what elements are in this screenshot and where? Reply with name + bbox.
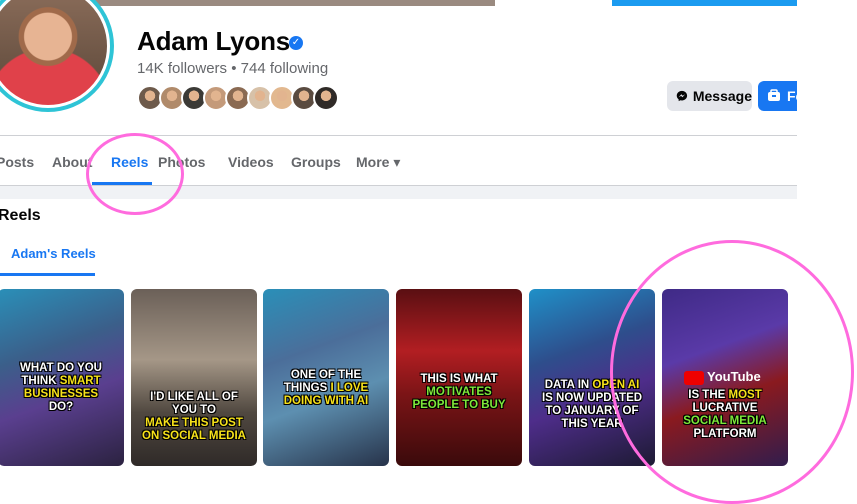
- reel-caption-line: PEOPLE TO BUY: [412, 399, 506, 411]
- tab-posts[interactable]: Posts: [0, 154, 34, 170]
- mutual-friend-avatar[interactable]: [313, 85, 339, 111]
- tab-groups[interactable]: Groups: [291, 154, 341, 170]
- reel-caption-line: YOU TO: [172, 404, 216, 416]
- follower-stats[interactable]: 14K followers • 744 following: [137, 60, 328, 77]
- reel-caption-line: MOTIVATES: [426, 386, 492, 398]
- reel-caption: I'D LIKE ALL OF YOU TO MAKE THIS POST ON SO…: [131, 391, 257, 443]
- reel-caption-line: BUSINESSES: [23, 388, 99, 400]
- profile-avatar-ring[interactable]: [0, 0, 114, 112]
- profile-avatar[interactable]: [0, 0, 110, 108]
- annotation-circle-reels-tab: [86, 133, 184, 215]
- follow-icon: [768, 89, 780, 101]
- reel-caption-line: DO?: [48, 401, 74, 413]
- reel-caption-line: I'D LIKE ALL OF: [150, 391, 238, 403]
- reel-caption: WHAT DO YOU THINK SMART BUSINESSES DO?: [0, 362, 124, 414]
- cover-photo: [95, 0, 495, 6]
- messenger-icon: [676, 90, 688, 102]
- subtab-indicator: [0, 273, 95, 276]
- tab-more[interactable]: More ▾: [356, 154, 400, 171]
- verified-badge-icon: ✓: [289, 36, 303, 50]
- reel-caption: ONE OF THE THINGS I LOVE DOING WITH AI: [263, 369, 389, 408]
- subtab-adams-reels[interactable]: Adam's Reels: [11, 246, 96, 261]
- reel-caption-line: MAKE THIS POST: [145, 417, 243, 429]
- reel-thumbnail[interactable]: ONE OF THE THINGS I LOVE DOING WITH AI: [263, 289, 389, 466]
- reel-caption-line: THIS IS WHAT: [420, 373, 498, 385]
- cover-photo-edge: [612, 0, 797, 6]
- reel-caption: THIS IS WHAT MOTIVATES PEOPLE TO BUY: [396, 373, 522, 412]
- reels-section-title: Reels: [0, 207, 41, 224]
- profile-name: Adam Lyons: [137, 26, 291, 56]
- reel-caption-line: ON SOCIAL MEDIA: [142, 430, 246, 442]
- annotation-circle-reel: [610, 240, 854, 504]
- reel-caption-line: WHAT DO YOU: [20, 362, 102, 374]
- reel-caption-line: DOING WITH AI: [283, 395, 369, 407]
- reel-thumbnail[interactable]: THIS IS WHAT MOTIVATES PEOPLE TO BUY: [396, 289, 522, 466]
- reel-thumbnail[interactable]: I'D LIKE ALL OF YOU TO MAKE THIS POST ON SO…: [131, 289, 257, 466]
- message-label: Message: [692, 88, 752, 104]
- reel-caption-line: ONE OF THE: [290, 369, 362, 381]
- message-button[interactable]: Message: [667, 81, 752, 111]
- reel-caption-line: THINGS I LOVE: [283, 382, 369, 394]
- tab-videos[interactable]: Videos: [228, 154, 274, 170]
- reel-thumbnail[interactable]: WHAT DO YOU THINK SMART BUSINESSES DO?: [0, 289, 124, 466]
- reel-caption-line: THINK SMART: [21, 375, 101, 387]
